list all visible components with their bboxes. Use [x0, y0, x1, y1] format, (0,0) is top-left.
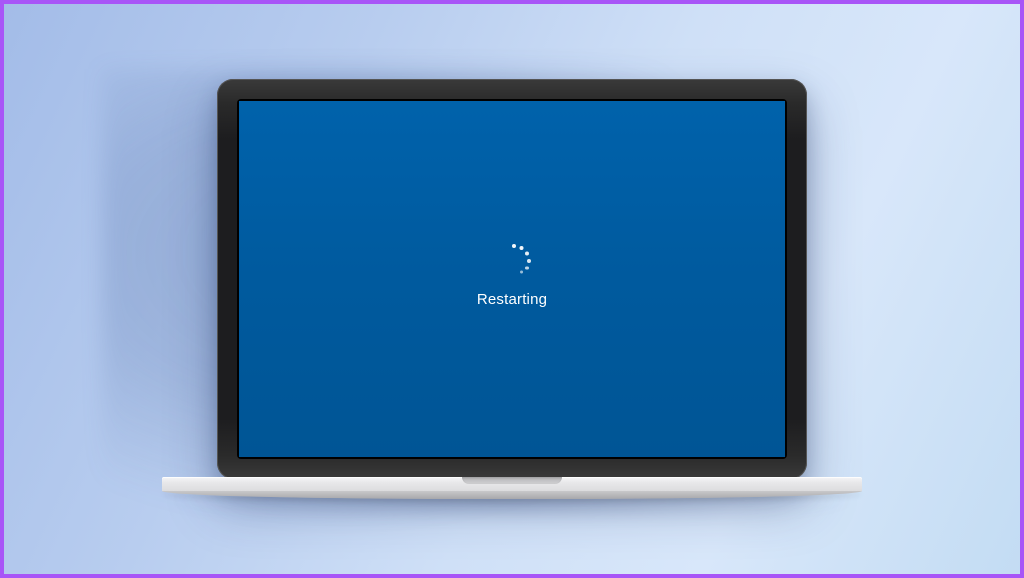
- screen-bezel: Restarting: [237, 99, 787, 459]
- laptop-base-edge: [162, 491, 862, 499]
- restart-status-text: Restarting: [477, 291, 547, 308]
- image-frame: Restarting: [0, 0, 1024, 578]
- loading-spinner-icon: [494, 241, 530, 277]
- laptop: Restarting: [162, 79, 862, 499]
- laptop-base: [162, 477, 862, 499]
- windows-restart-screen: Restarting: [239, 101, 785, 457]
- laptop-base-deck: [162, 477, 862, 491]
- laptop-lid: Restarting: [217, 79, 807, 479]
- laptop-hinge-notch: [462, 477, 562, 484]
